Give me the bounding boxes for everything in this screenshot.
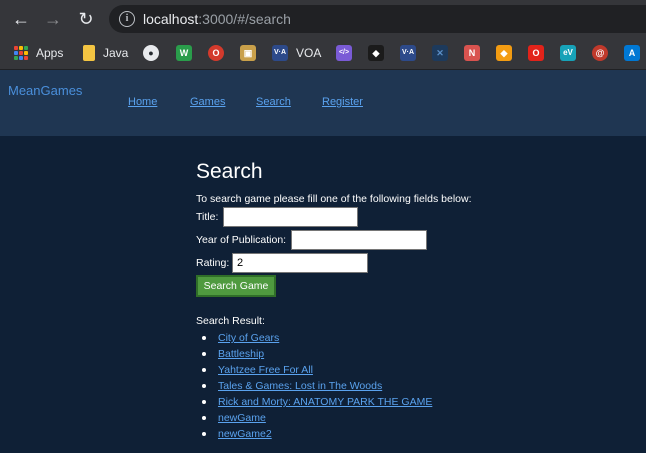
- bookmark-java[interactable]: Java: [83, 45, 128, 61]
- bookmark-apps[interactable]: Apps: [14, 45, 63, 61]
- forward-arrow-icon[interactable]: →: [42, 8, 64, 30]
- rating-label: Rating:: [196, 257, 230, 269]
- page-title: Search: [196, 160, 263, 183]
- nav-games-link[interactable]: Games: [190, 96, 225, 108]
- bookmark-o-icon: O: [208, 45, 224, 61]
- list-item: Rick and Morty: ANATOMY PARK THE GAME: [202, 394, 432, 410]
- bookmark-voa-2[interactable]: V·A: [400, 45, 416, 61]
- folder-icon: [83, 45, 95, 61]
- bookmark-swirl[interactable]: @: [592, 45, 608, 61]
- result-link[interactable]: City of Gears: [218, 332, 279, 344]
- result-link[interactable]: Yahtzee Free For All: [218, 364, 313, 376]
- bookmark-label: VOA: [296, 46, 322, 60]
- bookmark-o[interactable]: O: [208, 45, 224, 61]
- result-link[interactable]: newGame: [218, 412, 266, 424]
- nav-register-link[interactable]: Register: [322, 96, 363, 108]
- x-icon: ✕: [432, 45, 448, 61]
- list-item: Battleship: [202, 346, 432, 362]
- swirl-icon: @: [592, 45, 608, 61]
- azure-icon: A: [624, 45, 640, 61]
- nav-home-link[interactable]: Home: [128, 96, 157, 108]
- bookmark-label: Apps: [36, 46, 64, 60]
- oracle-icon: O: [528, 45, 544, 61]
- bookmark-slack[interactable]: ◆: [496, 45, 512, 61]
- brand-logo[interactable]: MeanGames: [8, 83, 82, 98]
- reload-icon[interactable]: ↻: [75, 8, 97, 30]
- list-item: Tales & Games: Lost in The Woods: [202, 378, 432, 394]
- bookmark-voa[interactable]: V·A VOA: [272, 45, 321, 61]
- bookmark-box[interactable]: ▣: [240, 45, 256, 61]
- bullet-icon: [202, 352, 206, 356]
- search-game-button[interactable]: Search Game: [196, 275, 276, 297]
- bookmark-x[interactable]: ✕: [432, 45, 448, 61]
- nav-icon: N: [464, 45, 480, 61]
- list-item: newGame: [202, 410, 432, 426]
- bookmark-azure[interactable]: A: [624, 45, 640, 61]
- result-link[interactable]: Tales & Games: Lost in The Woods: [218, 380, 382, 392]
- bookmarks-bar: Apps Java ● W O ▣ V·A VOA </> ◆ V·A ✕ N …: [0, 37, 646, 70]
- title-label: Title:: [196, 211, 219, 223]
- year-input[interactable]: [291, 230, 427, 250]
- bullet-icon: [202, 368, 206, 372]
- bookmark-bird[interactable]: ◆: [368, 45, 384, 61]
- bookmark-w-icon: W: [176, 45, 192, 61]
- bookmark-ev[interactable]: eV: [560, 45, 576, 61]
- address-bar[interactable]: i localhost:3000/#/search: [109, 5, 646, 33]
- bird-icon: ◆: [368, 45, 384, 61]
- result-link[interactable]: newGame2: [218, 428, 272, 440]
- box-icon: ▣: [240, 45, 256, 61]
- search-result-label: Search Result:: [196, 315, 265, 327]
- list-item: Yahtzee Free For All: [202, 362, 432, 378]
- bookmark-w[interactable]: W: [176, 45, 192, 61]
- search-results-list: City of Gears Battleship Yahtzee Free Fo…: [202, 330, 432, 442]
- ev-icon: eV: [560, 45, 576, 61]
- browser-toolbar: ← → ↻ i localhost:3000/#/search: [0, 0, 646, 37]
- rating-input[interactable]: [232, 253, 368, 273]
- bullet-icon: [202, 416, 206, 420]
- bookmark-code[interactable]: </>: [336, 45, 352, 61]
- info-icon[interactable]: i: [119, 11, 135, 27]
- back-arrow-icon[interactable]: ←: [10, 8, 32, 30]
- address-url[interactable]: localhost:3000/#/search: [143, 11, 291, 27]
- cube-icon: ◆: [496, 45, 512, 61]
- url-path: :3000/#/search: [198, 11, 291, 27]
- voa-icon-2: V·A: [400, 45, 416, 61]
- github-icon: ●: [143, 45, 159, 61]
- year-label: Year of Publication:: [196, 234, 287, 246]
- bookmark-label: Java: [103, 46, 129, 60]
- app-header: MeanGames Home Games Search Register: [0, 70, 646, 136]
- result-link[interactable]: Battleship: [218, 348, 264, 360]
- bullet-icon: [202, 432, 206, 436]
- search-instructions: To search game please fill one of the fo…: [196, 193, 472, 205]
- result-link[interactable]: Rick and Morty: ANATOMY PARK THE GAME: [218, 396, 432, 408]
- title-input[interactable]: [223, 207, 358, 227]
- bookmark-nav[interactable]: N: [464, 45, 480, 61]
- nav-search-link[interactable]: Search: [256, 96, 291, 108]
- bullet-icon: [202, 336, 206, 340]
- bookmark-oracle[interactable]: O: [528, 45, 544, 61]
- apps-grid-icon: [14, 46, 28, 60]
- url-host: localhost: [143, 11, 199, 27]
- bullet-icon: [202, 384, 206, 388]
- code-icon: </>: [336, 45, 352, 61]
- bullet-icon: [202, 400, 206, 404]
- bookmark-github[interactable]: ●: [143, 45, 159, 61]
- voa-icon: V·A: [272, 45, 288, 61]
- list-item: newGame2: [202, 426, 432, 442]
- list-item: City of Gears: [202, 330, 432, 346]
